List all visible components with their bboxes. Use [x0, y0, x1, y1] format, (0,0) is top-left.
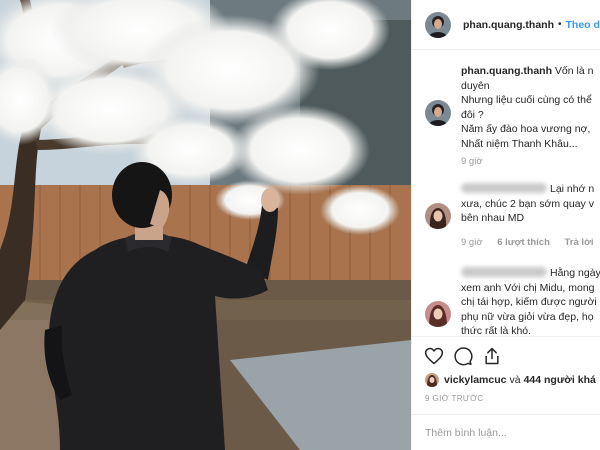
blurred-username — [461, 267, 547, 277]
follow-button[interactable]: Theo dõi — [566, 19, 600, 31]
comment-text: Lại nhớ n xưa, chúc 2 bạn sớm quay v bên… — [461, 182, 594, 226]
reply-button[interactable]: Trả lời — [565, 237, 594, 248]
heart-icon[interactable] — [424, 346, 444, 366]
post-header: phan.quang.thanh • Theo dõi — [412, 0, 600, 50]
comment-icon[interactable] — [453, 346, 473, 366]
post-sidebar: phan.quang.thanh • Theo dõi phan.quang.t… — [411, 0, 600, 450]
author-username[interactable]: phan.quang.thanh — [463, 19, 554, 31]
commenter-avatar[interactable] — [425, 301, 451, 327]
comment-line: Vốn là n — [554, 65, 594, 77]
commenter-username[interactable]: phan.quang.thanh — [461, 65, 552, 77]
action-bar — [412, 336, 600, 374]
comment-line: Nhưng liệu cuối cùng có thể — [461, 94, 592, 106]
comment-line: bên nhau MD — [461, 212, 525, 224]
comment-line: Nhất niệm Thanh Khâu... — [461, 137, 578, 150]
add-comment-input[interactable] — [425, 426, 585, 439]
author-avatar[interactable] — [425, 11, 451, 38]
comment-line: phụ nữ vừa giỏi vừa đẹp, họ — [461, 310, 594, 323]
comment-line: thức rất là khó. — [461, 325, 532, 336]
likes-others-count[interactable]: 444 người khá — [524, 374, 596, 386]
blurred-username — [461, 183, 547, 193]
likes-summary: vickylamcuc và 444 người khá — [425, 372, 600, 388]
commenter-avatar[interactable] — [425, 100, 451, 126]
likes-conjunction: và — [509, 374, 521, 386]
comment-line: xưa, chúc 2 bạn sớm quay v — [461, 197, 594, 210]
comment-text: Hằng ngày vẫn xem anh Với chị Midu, mong… — [461, 266, 600, 336]
post-photo[interactable] — [0, 0, 411, 450]
header-separator: • — [558, 19, 562, 30]
liker-username[interactable]: vickylamcuc — [444, 374, 506, 386]
liker-avatar[interactable] — [425, 373, 439, 387]
caption-text: phan.quang.thanh Vốn là n duyên Nhưng li… — [461, 64, 593, 151]
comment-line: xem anh Với chị Midu, mong — [461, 281, 595, 294]
comment-line: chị tái hợp, kiếm được người — [461, 296, 597, 308]
comment-line: Lại nhớ n — [550, 183, 595, 195]
photo-man-under-blossom-tree — [0, 0, 411, 450]
comment-line: duyên — [461, 79, 490, 92]
share-icon[interactable] — [482, 346, 502, 366]
comments-list[interactable]: phan.quang.thanh Vốn là n duyên Nhưng li… — [412, 50, 600, 336]
comment-line: Năm ấy đào hoa vương nợ, — [461, 123, 591, 135]
comment-line: Hằng ngày vẫn — [550, 267, 600, 279]
comment-line: đôi ? — [461, 108, 484, 121]
comment-time[interactable]: 9 giờ — [461, 156, 483, 167]
comment-meta: 9 giờ — [461, 156, 495, 167]
post-timestamp[interactable]: 9 GIỜ TRƯỚC — [425, 394, 484, 403]
comment-meta: 9 giờ 6 lượt thích Trả lời — [461, 237, 600, 248]
comment-likes-count[interactable]: 6 lượt thích — [497, 237, 550, 248]
commenter-avatar[interactable] — [425, 203, 451, 229]
add-comment-bar — [412, 414, 600, 450]
comment-time[interactable]: 9 giờ — [461, 237, 483, 248]
